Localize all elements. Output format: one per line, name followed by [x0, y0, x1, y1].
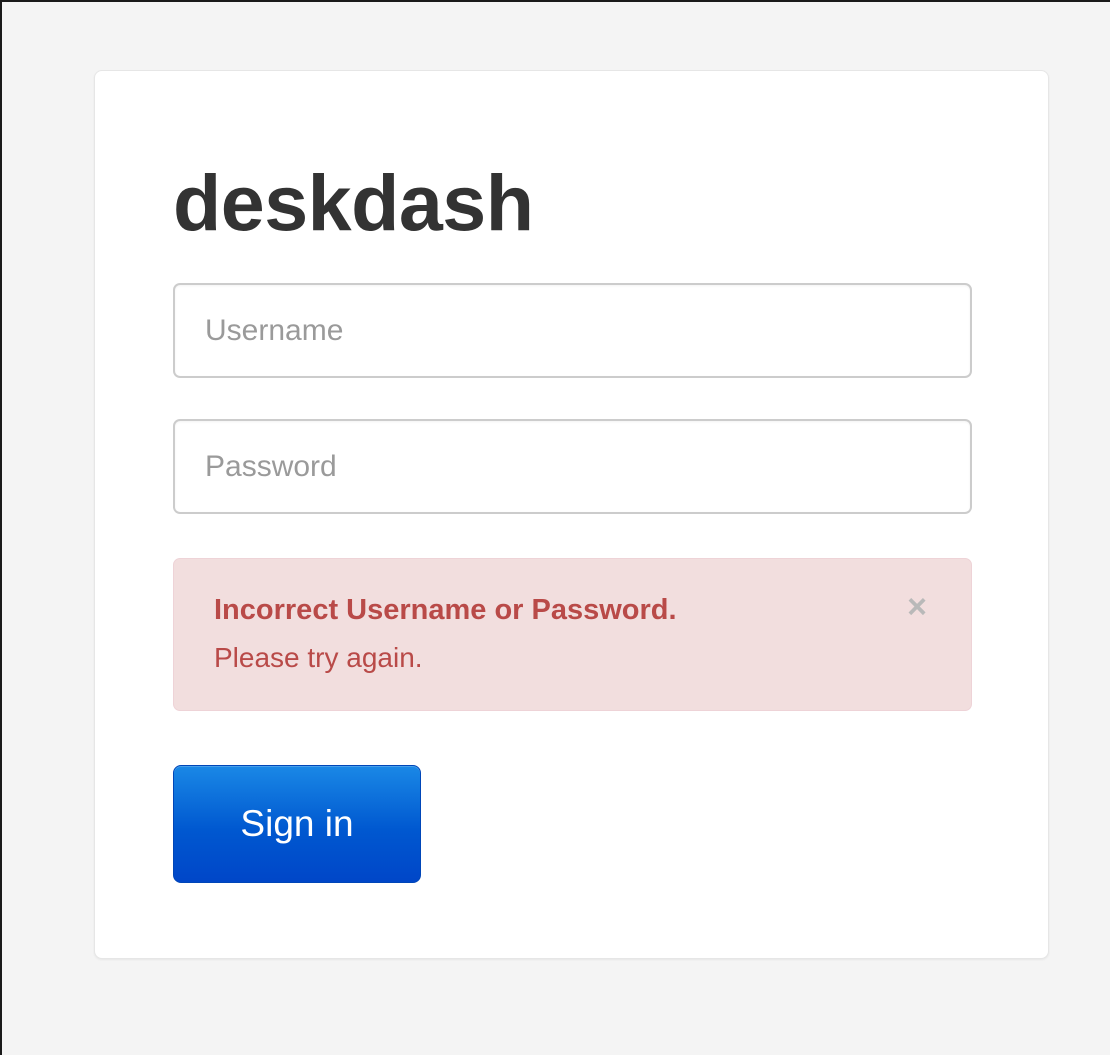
login-card: deskdash Incorrect Username or Password.… [94, 70, 1049, 959]
page-background: deskdash Incorrect Username or Password.… [0, 0, 1110, 1055]
alert-message: Please try again. [214, 642, 423, 673]
sign-in-button[interactable]: Sign in [173, 765, 421, 883]
close-icon[interactable]: × [899, 589, 935, 625]
username-input[interactable] [173, 283, 972, 378]
password-input[interactable] [173, 419, 972, 514]
alert-title: Incorrect Username or Password. [214, 594, 677, 626]
brand-title: deskdash [173, 158, 534, 247]
error-alert: Incorrect Username or Password. Please t… [173, 558, 972, 711]
